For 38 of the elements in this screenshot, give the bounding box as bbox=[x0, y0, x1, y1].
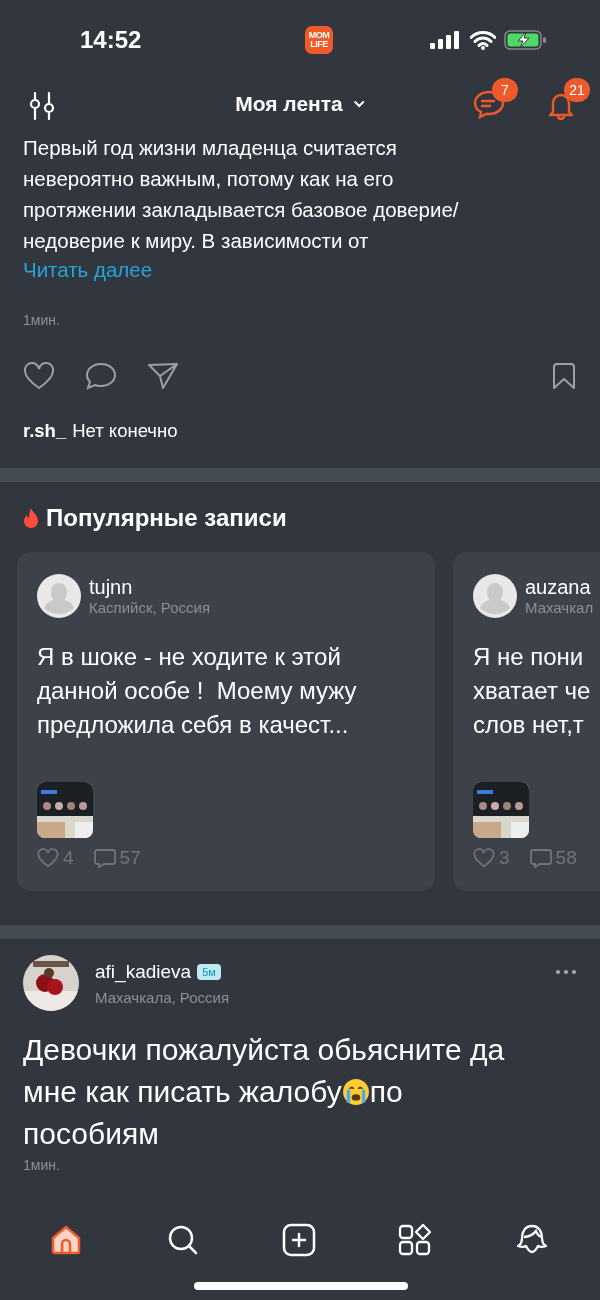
fire-icon bbox=[22, 507, 40, 529]
card-location: Махачкал bbox=[525, 599, 594, 616]
status-time: 14:52 bbox=[80, 26, 143, 54]
post-text: Девочки пожалуйста обьясните да bbox=[23, 1032, 505, 1068]
post-text: по bbox=[369, 1074, 403, 1110]
comment-icon[interactable] bbox=[85, 362, 117, 390]
post-time: 1мин. bbox=[23, 1157, 61, 1173]
feed-dropdown[interactable]: Моя лента bbox=[235, 92, 365, 116]
card-text: Я в шоке - не ходите к этой данной особе ! Моему мужу предложила себя в качест... bbox=[37, 642, 358, 740]
post-text: пособиям bbox=[23, 1116, 159, 1152]
member-badge: 5м bbox=[197, 963, 221, 980]
card-text: Я не пони хватает че слов нет,т bbox=[473, 642, 592, 740]
send-icon[interactable] bbox=[147, 362, 179, 390]
more-icon[interactable] bbox=[555, 969, 577, 975]
post-text: мне как писать жалобу bbox=[23, 1074, 342, 1110]
battery-icon bbox=[504, 30, 548, 50]
comment-text: Нет конечно bbox=[72, 420, 178, 442]
avatar-icon bbox=[37, 574, 81, 618]
post-time: 1мин. bbox=[23, 312, 61, 328]
app-logo: MOM LIFE bbox=[305, 26, 333, 54]
like-icon[interactable] bbox=[23, 362, 55, 390]
avatar-icon bbox=[473, 574, 517, 618]
bookmark-icon[interactable] bbox=[551, 362, 577, 390]
notification-count-badge: 21 bbox=[564, 78, 590, 102]
post-text: Первый год жизни младенца считается невероятно важным, потому как на его протяжении закладывается базовое доверие/недоверие к миру. В зависимости от bbox=[23, 135, 460, 254]
wifi-icon bbox=[470, 30, 496, 50]
signal-icon bbox=[430, 31, 462, 49]
read-more-link[interactable]: Читать далее bbox=[23, 258, 577, 282]
post-author[interactable]: afi_kadieva bbox=[95, 960, 192, 983]
comment-author[interactable]: r.sh_ bbox=[23, 420, 67, 442]
post-location: Махачкала, Россия bbox=[95, 988, 230, 1006]
card-location: Каспийск, Россия bbox=[89, 599, 211, 616]
message-count-badge: 7 bbox=[492, 78, 518, 102]
card-author[interactable]: tujnn bbox=[89, 576, 211, 599]
card-author[interactable]: auzana bbox=[525, 576, 594, 599]
crying-face-icon bbox=[341, 1078, 370, 1106]
section-title: Популярные записи bbox=[46, 504, 287, 532]
caret-icon bbox=[352, 100, 365, 108]
